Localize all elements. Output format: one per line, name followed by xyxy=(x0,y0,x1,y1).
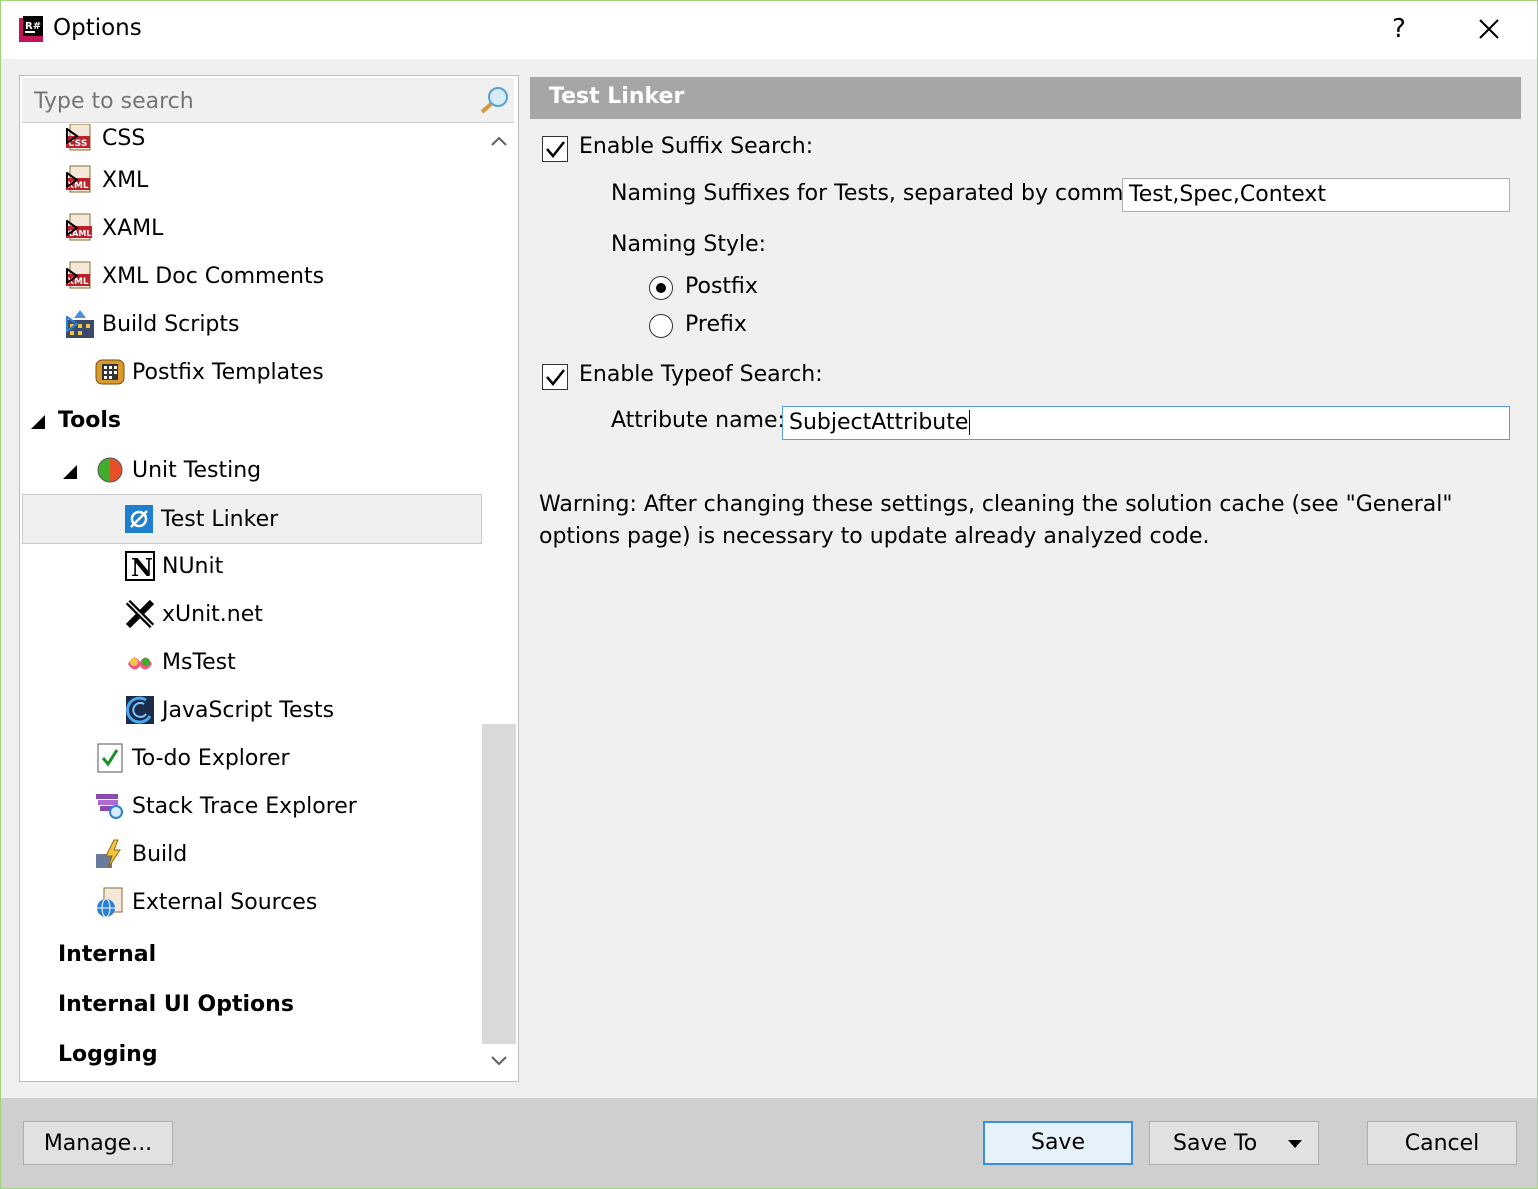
options-tree-panel: CSS CSS XML XML XAML XAML XML XML Doc Co… xyxy=(19,75,519,1082)
enable-typeof-checkbox[interactable] xyxy=(542,364,568,390)
tree-item-label: JavaScript Tests xyxy=(162,697,335,723)
tree-item-unit-testing[interactable]: Unit Testing xyxy=(94,446,261,494)
tree-item-label: Build Scripts xyxy=(102,311,240,337)
tree-item-label: Postfix Templates xyxy=(132,359,324,385)
search-icon[interactable] xyxy=(478,84,512,116)
chevron-up-icon[interactable] xyxy=(490,134,508,148)
collapse-arrow-icon[interactable] xyxy=(30,414,46,430)
tree-item-internal-ui-options[interactable]: Internal UI Options xyxy=(58,980,294,1028)
checkmark-icon xyxy=(546,369,565,386)
xunit-icon xyxy=(125,599,155,629)
expand-arrow-icon[interactable] xyxy=(64,220,80,236)
expand-arrow-icon[interactable] xyxy=(64,128,80,144)
tree-item-label: External Sources xyxy=(132,889,318,915)
tree-item-label: Unit Testing xyxy=(132,457,262,483)
help-button[interactable]: ? xyxy=(1381,11,1417,47)
tree-item-label: Logging xyxy=(58,1041,158,1067)
todo-explorer-icon xyxy=(97,743,123,773)
tree-item-tools[interactable]: Tools xyxy=(58,396,121,444)
tree-item-postfix-templates[interactable]: Postfix Templates xyxy=(94,348,324,396)
tree-item-label: Internal UI Options xyxy=(58,991,294,1017)
mstest-icon xyxy=(128,657,152,670)
stack-trace-icon xyxy=(96,794,123,819)
tree-item-label: MsTest xyxy=(162,649,236,675)
postfix-templates-icon xyxy=(95,359,125,385)
expand-arrow-icon[interactable] xyxy=(64,316,80,332)
svg-text:R#: R# xyxy=(25,21,41,32)
enable-typeof-label: Enable Typeof Search: xyxy=(579,362,823,387)
text-cursor xyxy=(969,410,971,435)
warning-text: Warning: After changing these settings, … xyxy=(539,492,1453,549)
window-title: Options xyxy=(53,15,142,41)
tree-item-xml-doc-comments[interactable]: XML XML Doc Comments xyxy=(64,252,324,300)
tree-item-external-sources[interactable]: External Sources xyxy=(94,878,317,926)
tree-item-internal[interactable]: Internal xyxy=(58,930,156,978)
tree-item-javascript-tests[interactable]: JavaScript Tests xyxy=(124,686,334,734)
svg-text:N: N xyxy=(131,553,153,582)
collapse-arrow-icon[interactable] xyxy=(62,464,78,480)
dropdown-arrow-icon[interactable] xyxy=(1288,1140,1302,1148)
enable-suffix-checkbox[interactable] xyxy=(542,136,568,162)
tree-item-xunit[interactable]: xUnit.net xyxy=(124,590,263,638)
tree-item-label: Build xyxy=(132,841,188,867)
tree-item-mstest[interactable]: MsTest xyxy=(124,638,236,686)
expand-arrow-icon[interactable] xyxy=(64,268,80,284)
javascript-tests-icon xyxy=(126,696,154,724)
scrollbar-thumb[interactable] xyxy=(482,724,516,1044)
tree-item-label: Tools xyxy=(58,407,121,433)
page-title: Test Linker xyxy=(549,84,685,109)
tree-item-build-scripts[interactable]: Build Scripts xyxy=(64,300,240,348)
expand-arrow-icon[interactable] xyxy=(64,172,80,188)
postfix-radio-label: Postfix xyxy=(685,274,758,299)
close-icon[interactable] xyxy=(1471,11,1507,47)
prefix-radio[interactable] xyxy=(649,314,673,338)
tree-item-label: Stack Trace Explorer xyxy=(132,793,357,819)
tree-item-build[interactable]: Build xyxy=(94,830,187,878)
resharper-app-icon: R# xyxy=(19,16,43,42)
nunit-icon: N xyxy=(125,551,155,582)
tree-item-nunit[interactable]: N NUnit xyxy=(124,542,223,590)
save-to-label: Save To xyxy=(1173,1131,1258,1156)
cancel-button[interactable]: Cancel xyxy=(1367,1121,1517,1165)
tree-scrollbar[interactable] xyxy=(482,124,516,1079)
postfix-radio[interactable] xyxy=(649,276,673,300)
chevron-down-icon[interactable] xyxy=(490,1054,508,1068)
tree-item-stack-trace-explorer[interactable]: Stack Trace Explorer xyxy=(94,782,357,830)
tree-item-label: XAML xyxy=(102,215,164,241)
tree-item-label: CSS xyxy=(102,125,146,151)
test-linker-icon xyxy=(125,505,153,533)
attribute-name-value: SubjectAttribute xyxy=(789,410,969,435)
title-bar: R# Options ? xyxy=(1,1,1537,59)
attribute-name-label: Attribute name: xyxy=(611,408,785,433)
save-to-button[interactable]: Save To xyxy=(1149,1121,1319,1165)
tree-item-test-linker[interactable]: Test Linker xyxy=(22,494,482,544)
options-window: R# Options ? CSS CSS XML xyxy=(0,0,1538,1189)
tree-item-label: To-do Explorer xyxy=(132,745,290,771)
footer-bar: Manage... Save Save To Cancel xyxy=(1,1098,1537,1188)
prefix-radio-label: Prefix xyxy=(685,312,747,337)
tree-item-logging[interactable]: Logging xyxy=(58,1030,158,1078)
search-input[interactable] xyxy=(32,84,476,118)
save-button[interactable]: Save xyxy=(983,1121,1133,1165)
external-sources-icon xyxy=(97,887,123,918)
tree-item-todo-explorer[interactable]: To-do Explorer xyxy=(94,734,290,782)
options-tree: CSS CSS XML XML XAML XAML XML XML Doc Co… xyxy=(20,124,482,1079)
attribute-name-input[interactable]: SubjectAttribute xyxy=(782,406,1510,440)
manage-button[interactable]: Manage... xyxy=(23,1121,173,1165)
tree-item-label: NUnit xyxy=(162,553,224,579)
tree-item-label: xUnit.net xyxy=(162,601,263,627)
search-box xyxy=(22,78,514,123)
tree-item-label: XML Doc Comments xyxy=(102,263,325,289)
unit-testing-icon xyxy=(97,457,123,483)
tree-item-label: Test Linker xyxy=(161,506,279,532)
suffixes-input[interactable]: Test,Spec,Context xyxy=(1122,178,1510,212)
build-icon xyxy=(96,839,121,869)
suffixes-label: Naming Suffixes for Tests, separated by … xyxy=(611,181,1145,206)
page-header: Test Linker xyxy=(530,77,1521,119)
enable-suffix-label: Enable Suffix Search: xyxy=(579,134,814,159)
tree-item-label: XML xyxy=(102,167,149,193)
naming-style-label: Naming Style: xyxy=(611,232,767,257)
tree-item-label: Internal xyxy=(58,941,157,967)
checkmark-icon xyxy=(546,141,565,158)
